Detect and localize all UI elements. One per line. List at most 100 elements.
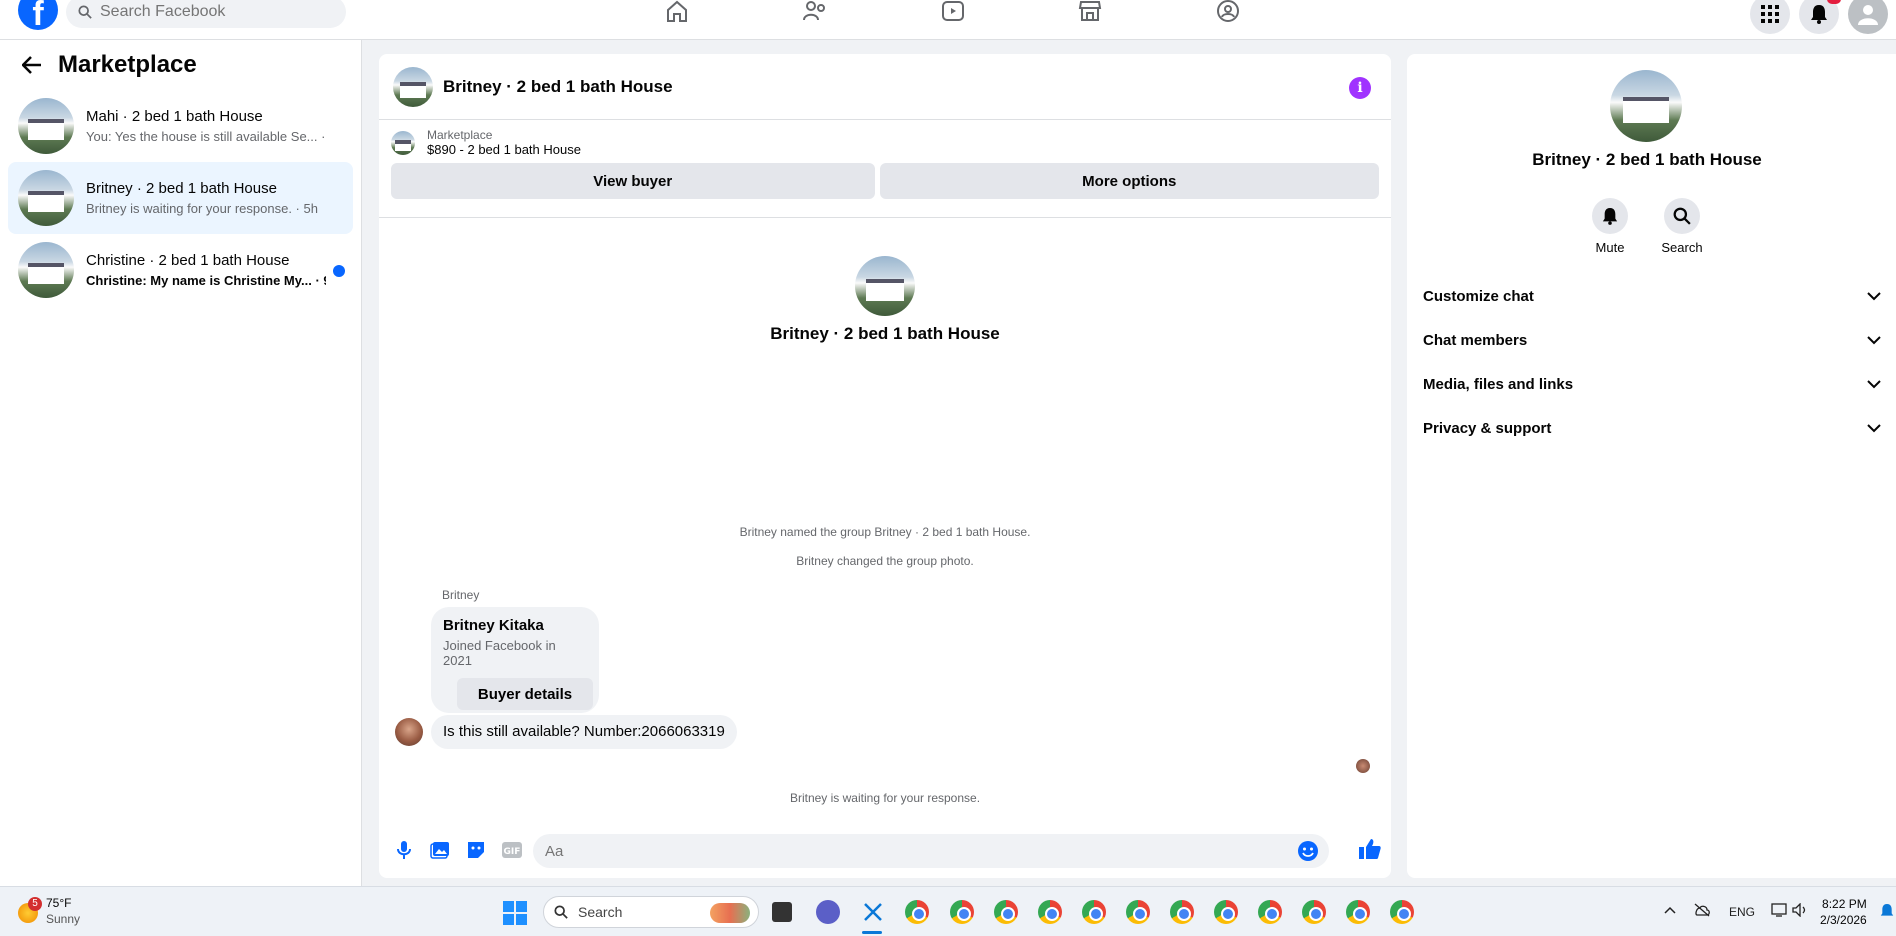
task-view-icon[interactable] xyxy=(772,902,792,922)
temperature: 75°F xyxy=(46,896,72,910)
bell-icon xyxy=(1602,208,1618,225)
facebook-logo[interactable]: f xyxy=(18,0,58,30)
group-avatar xyxy=(855,256,915,316)
message-composer: GIF xyxy=(379,828,1391,872)
section-label: Customize chat xyxy=(1423,287,1534,305)
microphone-icon[interactable] xyxy=(393,839,415,861)
search-icon xyxy=(1673,207,1691,225)
message-bubble[interactable]: Is this still available? Number:20660633… xyxy=(431,715,737,749)
system-clock[interactable]: 8:22 PM 2/3/2026 xyxy=(1820,896,1867,928)
system-message: Britney named the group Britney · 2 bed … xyxy=(739,525,1031,539)
chrome-profile-icon[interactable] xyxy=(1258,900,1282,924)
chrome-profile-icon[interactable] xyxy=(950,900,974,924)
chat-panel: Britney · 2 bed 1 bath House i Marketpla… xyxy=(379,54,1391,878)
privacy-support-section[interactable]: Privacy & support xyxy=(1423,408,1881,448)
weather-widget[interactable]: 5 75°F Sunny xyxy=(18,895,80,927)
chat-title[interactable]: Britney · 2 bed 1 bath House xyxy=(443,77,673,97)
taskbar-search[interactable]: Search xyxy=(543,896,759,928)
conversation-list-panel: Marketplace Mahi · 2 bed 1 bath House Yo… xyxy=(0,40,362,886)
facebook-search-box[interactable] xyxy=(66,0,346,28)
chrome-profile-icon[interactable] xyxy=(1346,900,1370,924)
message-input[interactable] xyxy=(545,842,1245,860)
facebook-search-input[interactable] xyxy=(100,3,320,21)
teams-icon[interactable] xyxy=(816,900,840,924)
conversation-avatar xyxy=(18,98,74,154)
chrome-profile-icon[interactable] xyxy=(1302,900,1326,924)
listing-price-title[interactable]: $890 - 2 bed 1 bath House xyxy=(427,142,581,157)
sticker-icon[interactable] xyxy=(465,839,487,861)
section-label: Media, files and links xyxy=(1423,375,1574,393)
thumbs-up-icon[interactable] xyxy=(1358,837,1382,861)
notification-bell-icon[interactable] xyxy=(1880,903,1894,922)
photo-icon[interactable] xyxy=(429,839,451,861)
buyer-details-button[interactable]: Buyer details xyxy=(457,678,593,710)
search-icon xyxy=(78,5,92,19)
weather-condition: Sunny xyxy=(46,912,81,926)
volume-icon[interactable] xyxy=(1792,902,1808,920)
conversation-snippet: Britney is waiting for your response. · … xyxy=(86,201,318,216)
friends-icon[interactable] xyxy=(802,0,828,22)
chevron-down-icon xyxy=(1867,335,1881,344)
marketplace-label: Marketplace xyxy=(427,128,493,142)
windows-start-icon[interactable] xyxy=(503,901,527,925)
chevron-down-icon xyxy=(1867,379,1881,388)
marketplace-icon[interactable] xyxy=(1077,0,1103,22)
group-title: Britney · 2 bed 1 bath House xyxy=(770,324,1000,343)
video-icon[interactable] xyxy=(940,0,966,22)
chrome-icon[interactable] xyxy=(905,900,929,924)
message-input-box[interactable] xyxy=(533,834,1329,868)
chrome-profile-icon[interactable] xyxy=(1126,900,1150,924)
conversation-item[interactable]: Christine · 2 bed 1 bath House Christine… xyxy=(8,234,353,306)
buyer-card: Britney Kitaka Joined Facebook in 2021 B… xyxy=(431,607,599,713)
view-buyer-button[interactable]: View buyer xyxy=(391,163,875,199)
chat-header: Britney · 2 bed 1 bath House i xyxy=(379,54,1391,120)
chrome-profile-icon[interactable] xyxy=(1038,900,1062,924)
sender-label: Britney xyxy=(442,588,480,602)
chat-members-section[interactable]: Chat members xyxy=(1423,320,1881,360)
groups-icon[interactable] xyxy=(1215,0,1241,22)
menu-grid-icon[interactable] xyxy=(1750,0,1790,34)
network-icon[interactable] xyxy=(1771,903,1787,920)
gif-icon[interactable]: GIF xyxy=(501,839,523,861)
waiting-status: Britney is waiting for your response. xyxy=(789,791,981,805)
sender-avatar[interactable] xyxy=(395,718,423,746)
details-avatar xyxy=(1610,70,1682,142)
chrome-profile-icon[interactable] xyxy=(1082,900,1106,924)
chrome-profile-icon[interactable] xyxy=(1214,900,1238,924)
chrome-profile-icon[interactable] xyxy=(1390,900,1414,924)
search-label: Search xyxy=(1661,240,1703,255)
chrome-profile-icon[interactable] xyxy=(994,900,1018,924)
profile-icon[interactable] xyxy=(1848,0,1888,34)
active-app-indicator xyxy=(862,931,882,934)
page-title: Marketplace xyxy=(58,51,197,78)
emoji-icon[interactable] xyxy=(1297,840,1319,862)
info-icon[interactable]: i xyxy=(1349,77,1371,99)
left-panel-header: Marketplace xyxy=(0,40,361,90)
section-label: Chat members xyxy=(1423,331,1528,349)
system-message: Britney changed the group photo. xyxy=(796,554,974,568)
conversation-item-active[interactable]: Britney · 2 bed 1 bath House Britney is … xyxy=(8,162,353,234)
customize-chat-section[interactable]: Customize chat xyxy=(1423,276,1881,316)
chat-avatar[interactable] xyxy=(393,66,433,107)
search-in-chat-action[interactable]: Search xyxy=(1652,198,1712,255)
marketplace-listing-bar: Marketplace $890 - 2 bed 1 bath House Vi… xyxy=(379,120,1391,218)
language-indicator[interactable]: ENG xyxy=(1729,905,1755,919)
clock-time: 8:22 PM xyxy=(1822,897,1867,911)
chrome-profile-icon[interactable] xyxy=(1170,900,1194,924)
media-files-links-section[interactable]: Media, files and links xyxy=(1423,364,1881,404)
chevron-up-icon[interactable] xyxy=(1664,903,1676,917)
notifications-icon[interactable] xyxy=(1799,0,1839,34)
buyer-joined-text: Joined Facebook in 2021 xyxy=(443,638,556,668)
more-options-button[interactable]: More options xyxy=(879,163,1379,199)
home-icon[interactable] xyxy=(664,0,690,22)
chevron-down-icon xyxy=(1867,291,1881,300)
weather-badge: 5 xyxy=(28,897,42,911)
top-navigation-bar: f xyxy=(0,0,1896,40)
conversation-item[interactable]: Mahi · 2 bed 1 bath House You: Yes the h… xyxy=(8,90,353,162)
taskbar-search-label: Search xyxy=(578,904,623,920)
back-arrow-icon[interactable] xyxy=(22,56,42,74)
mute-action[interactable]: Mute xyxy=(1580,198,1640,255)
cloud-offline-icon[interactable] xyxy=(1693,903,1711,920)
snipping-tool-icon[interactable] xyxy=(861,900,885,924)
buyer-name: Britney Kitaka xyxy=(443,617,544,634)
